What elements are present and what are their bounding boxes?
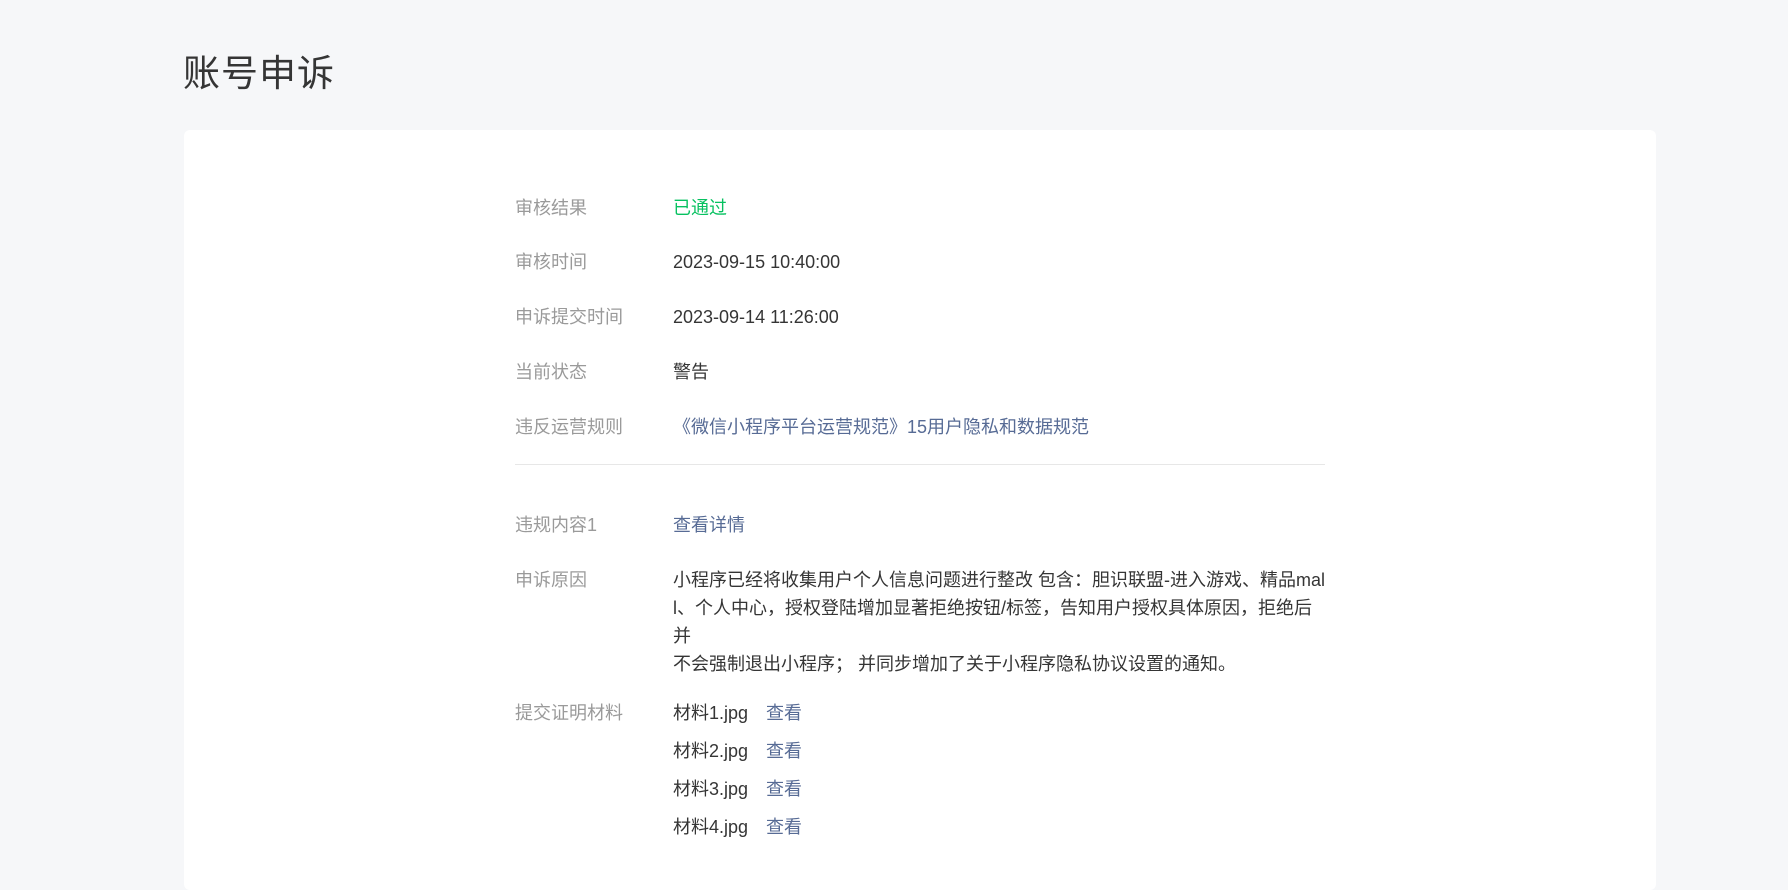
appeal-reason-label: 申诉原因 <box>515 570 587 590</box>
page-title: 账号申诉 <box>183 53 335 94</box>
violated-rule-link[interactable]: 《微信小程序平台运营规范》15用户隐私和数据规范 <box>673 413 1325 441</box>
appeal-reason-line: 不会强制退出小程序； 并同步增加了关于小程序隐私协议设置的通知。 <box>673 654 1236 674</box>
submit-time-value: 2023-09-14 11:26:00 <box>673 307 839 327</box>
material-view-link[interactable]: 查看 <box>766 813 802 841</box>
material-view-link[interactable]: 查看 <box>766 737 802 765</box>
material-file-name: 材料2.jpg <box>673 741 749 761</box>
materials-list: 材料1.jpg 查看 材料2.jpg 查看 材料3.jpg 查看 材料4.jpg… <box>673 694 1325 846</box>
appeal-reason-text: 小程序已经将收集用户个人信息问题进行整改 包含：胆识联盟-进入游戏、精品mal … <box>673 566 1325 678</box>
materials-label: 提交证明材料 <box>515 703 623 723</box>
view-details-link[interactable]: 查看详情 <box>673 511 1325 539</box>
violation-content-label: 违规内容1 <box>515 515 598 535</box>
appeal-reason-row: 申诉原因 小程序已经将收集用户个人信息问题进行整改 包含：胆识联盟-进入游戏、精… <box>515 566 1325 678</box>
violated-rule-label: 违反运营规则 <box>515 417 623 437</box>
material-item: 材料1.jpg 查看 <box>673 694 1325 732</box>
material-item: 材料4.jpg 查看 <box>673 808 1325 846</box>
material-item: 材料2.jpg 查看 <box>673 732 1325 770</box>
appeal-reason-line: 小程序已经将收集用户个人信息问题进行整改 包含：胆识联盟-进入游戏、精品mal <box>673 570 1325 590</box>
material-file-name: 材料4.jpg <box>673 817 749 837</box>
appeal-detail-card: 审核结果 已通过 审核时间 2023-09-15 10:40:00 申诉提交时间… <box>184 130 1656 890</box>
review-result-row: 审核结果 已通过 <box>515 194 1325 222</box>
appeal-reason-line: l、个人中心，授权登陆增加显著拒绝按钮/标签，告知用户授权具体原因，拒绝后并 <box>673 598 1312 646</box>
section-divider <box>515 464 1325 465</box>
material-file-name: 材料3.jpg <box>673 779 749 799</box>
materials-row: 提交证明材料 材料1.jpg 查看 材料2.jpg 查看 材料3.jpg 查看 … <box>515 694 1325 846</box>
material-view-link[interactable]: 查看 <box>766 775 802 803</box>
review-result-value: 已通过 <box>673 198 727 218</box>
current-status-value: 警告 <box>673 362 709 382</box>
material-file-name: 材料1.jpg <box>673 703 749 723</box>
review-time-label: 审核时间 <box>515 252 587 272</box>
violation-content-row: 违规内容1 查看详情 <box>515 511 1325 539</box>
material-view-link[interactable]: 查看 <box>766 699 802 727</box>
violated-rule-row: 违反运营规则 《微信小程序平台运营规范》15用户隐私和数据规范 <box>515 413 1325 441</box>
submit-time-label: 申诉提交时间 <box>515 307 623 327</box>
material-item: 材料3.jpg 查看 <box>673 770 1325 808</box>
submit-time-row: 申诉提交时间 2023-09-14 11:26:00 <box>515 303 1325 331</box>
review-result-label: 审核结果 <box>515 198 587 218</box>
current-status-row: 当前状态 警告 <box>515 358 1325 386</box>
current-status-label: 当前状态 <box>515 362 587 382</box>
review-time-value: 2023-09-15 10:40:00 <box>673 252 841 272</box>
review-time-row: 审核时间 2023-09-15 10:40:00 <box>515 248 1325 276</box>
appeal-detail-content: 审核结果 已通过 审核时间 2023-09-15 10:40:00 申诉提交时间… <box>515 194 1325 846</box>
